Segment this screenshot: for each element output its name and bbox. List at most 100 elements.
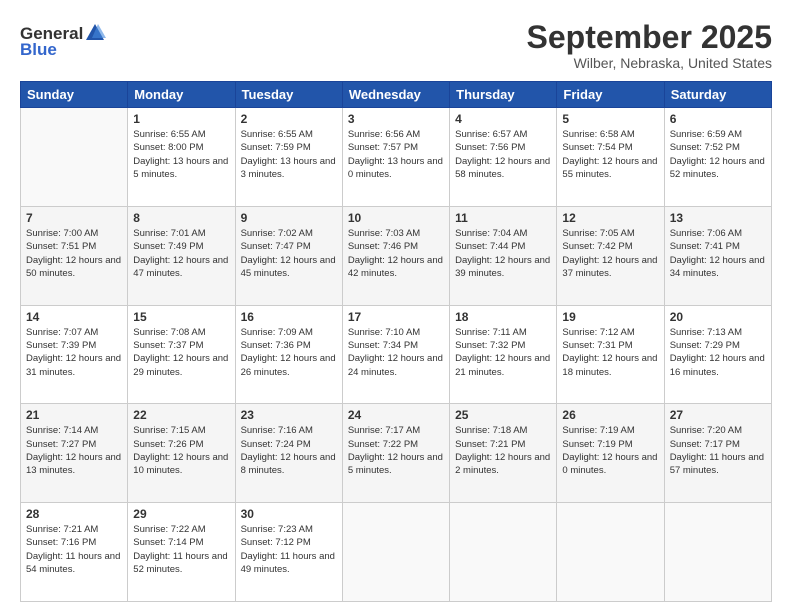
calendar-cell: 26 Sunrise: 7:19 AMSunset: 7:19 PMDayligh… [557,404,664,503]
day-info: Sunrise: 7:04 AMSunset: 7:44 PMDaylight:… [455,227,551,280]
calendar-cell: 18 Sunrise: 7:11 AMSunset: 7:32 PMDayligh… [450,305,557,404]
week-row-5: 28 Sunrise: 7:21 AMSunset: 7:16 PMDayligh… [21,503,772,602]
day-info: Sunrise: 7:18 AMSunset: 7:21 PMDaylight:… [455,424,551,477]
calendar-cell: 25 Sunrise: 7:18 AMSunset: 7:21 PMDayligh… [450,404,557,503]
calendar-cell: 21Sunrise: 7:14 AMSunset: 7:27 PMDayligh… [21,404,128,503]
day-number: 16 [241,310,337,324]
day-info: Sunrise: 7:10 AMSunset: 7:34 PMDaylight:… [348,326,444,379]
calendar-cell [450,503,557,602]
header-wednesday: Wednesday [342,82,449,108]
calendar-cell: 16 Sunrise: 7:09 AMSunset: 7:36 PMDayligh… [235,305,342,404]
day-info: Sunrise: 7:00 AMSunset: 7:51 PMDaylight:… [26,227,122,280]
day-info: Sunrise: 7:16 AMSunset: 7:24 PMDaylight:… [241,424,337,477]
day-number: 24 [348,408,444,422]
calendar-cell: 4 Sunrise: 6:57 AMSunset: 7:56 PMDaylight… [450,108,557,207]
day-info: Sunrise: 7:07 AMSunset: 7:39 PMDaylight:… [26,326,122,379]
day-number: 4 [455,112,551,126]
day-info: Sunrise: 7:05 AMSunset: 7:42 PMDaylight:… [562,227,658,280]
day-number: 29 [133,507,229,521]
day-number: 15 [133,310,229,324]
calendar-cell: 27 Sunrise: 7:20 AMSunset: 7:17 PMDayligh… [664,404,771,503]
logo-blue: Blue [20,40,57,60]
calendar-cell: 7 Sunrise: 7:00 AMSunset: 7:51 PMDaylight… [21,206,128,305]
calendar-cell: 20 Sunrise: 7:13 AMSunset: 7:29 PMDayligh… [664,305,771,404]
day-info: Sunrise: 7:13 AMSunset: 7:29 PMDaylight:… [670,326,766,379]
day-number: 30 [241,507,337,521]
day-number: 28 [26,507,122,521]
calendar-cell: 23 Sunrise: 7:16 AMSunset: 7:24 PMDayligh… [235,404,342,503]
calendar-cell: 30 Sunrise: 7:23 AMSunset: 7:12 PMDayligh… [235,503,342,602]
day-number: 7 [26,211,122,225]
calendar-cell: 29 Sunrise: 7:22 AMSunset: 7:14 PMDayligh… [128,503,235,602]
day-number: 12 [562,211,658,225]
day-number: 9 [241,211,337,225]
day-info: Sunrise: 7:01 AMSunset: 7:49 PMDaylight:… [133,227,229,280]
calendar-cell: 19Sunrise: 7:12 AMSunset: 7:31 PMDayligh… [557,305,664,404]
header-sunday: Sunday [21,82,128,108]
day-info: Sunrise: 7:17 AMSunset: 7:22 PMDaylight:… [348,424,444,477]
header-saturday: Saturday [664,82,771,108]
week-row-1: 1Sunrise: 6:55 AMSunset: 8:00 PMDaylight… [21,108,772,207]
day-number: 23 [241,408,337,422]
day-number: 25 [455,408,551,422]
day-info: Sunrise: 7:15 AMSunset: 7:26 PMDaylight:… [133,424,229,477]
day-info: Sunrise: 6:55 AMSunset: 7:59 PMDaylight:… [241,128,337,181]
calendar-cell: 11Sunrise: 7:04 AMSunset: 7:44 PMDayligh… [450,206,557,305]
day-info: Sunrise: 7:08 AMSunset: 7:37 PMDaylight:… [133,326,229,379]
day-info: Sunrise: 6:55 AMSunset: 8:00 PMDaylight:… [133,128,229,181]
day-info: Sunrise: 6:56 AMSunset: 7:57 PMDaylight:… [348,128,444,181]
day-info: Sunrise: 7:21 AMSunset: 7:16 PMDaylight:… [26,523,122,576]
day-info: Sunrise: 7:22 AMSunset: 7:14 PMDaylight:… [133,523,229,576]
day-info: Sunrise: 7:23 AMSunset: 7:12 PMDaylight:… [241,523,337,576]
day-number: 20 [670,310,766,324]
logo-icon [84,22,106,44]
calendar-cell: 24 Sunrise: 7:17 AMSunset: 7:22 PMDayligh… [342,404,449,503]
calendar-cell: 1Sunrise: 6:55 AMSunset: 8:00 PMDaylight… [128,108,235,207]
day-number: 17 [348,310,444,324]
day-number: 13 [670,211,766,225]
day-info: Sunrise: 7:11 AMSunset: 7:32 PMDaylight:… [455,326,551,379]
calendar-cell: 8Sunrise: 7:01 AMSunset: 7:49 PMDaylight… [128,206,235,305]
calendar-cell: 14 Sunrise: 7:07 AMSunset: 7:39 PMDayligh… [21,305,128,404]
header-monday: Monday [128,82,235,108]
title-section: September 2025 Wilber, Nebraska, United … [527,20,772,71]
calendar-cell [557,503,664,602]
day-info: Sunrise: 6:58 AMSunset: 7:54 PMDaylight:… [562,128,658,181]
week-row-2: 7 Sunrise: 7:00 AMSunset: 7:51 PMDaylight… [21,206,772,305]
calendar-header-row: Sunday Monday Tuesday Wednesday Thursday… [21,82,772,108]
calendar-cell: 15 Sunrise: 7:08 AMSunset: 7:37 PMDayligh… [128,305,235,404]
day-info: Sunrise: 6:57 AMSunset: 7:56 PMDaylight:… [455,128,551,181]
calendar-cell: 9 Sunrise: 7:02 AMSunset: 7:47 PMDaylight… [235,206,342,305]
calendar-cell: 6 Sunrise: 6:59 AMSunset: 7:52 PMDaylight… [664,108,771,207]
calendar-cell: 17 Sunrise: 7:10 AMSunset: 7:34 PMDayligh… [342,305,449,404]
week-row-4: 21Sunrise: 7:14 AMSunset: 7:27 PMDayligh… [21,404,772,503]
day-number: 19 [562,310,658,324]
logo: General Blue [20,24,106,60]
day-info: Sunrise: 7:03 AMSunset: 7:46 PMDaylight:… [348,227,444,280]
day-info: Sunrise: 7:19 AMSunset: 7:19 PMDaylight:… [562,424,658,477]
day-number: 18 [455,310,551,324]
calendar-cell: 2 Sunrise: 6:55 AMSunset: 7:59 PMDaylight… [235,108,342,207]
day-number: 26 [562,408,658,422]
day-info: Sunrise: 7:09 AMSunset: 7:36 PMDaylight:… [241,326,337,379]
day-number: 6 [670,112,766,126]
calendar-cell: 3Sunrise: 6:56 AMSunset: 7:57 PMDaylight… [342,108,449,207]
day-info: Sunrise: 7:20 AMSunset: 7:17 PMDaylight:… [670,424,766,477]
day-info: Sunrise: 7:02 AMSunset: 7:47 PMDaylight:… [241,227,337,280]
day-number: 27 [670,408,766,422]
calendar-cell: 10Sunrise: 7:03 AMSunset: 7:46 PMDayligh… [342,206,449,305]
week-row-3: 14 Sunrise: 7:07 AMSunset: 7:39 PMDayligh… [21,305,772,404]
header-thursday: Thursday [450,82,557,108]
day-info: Sunrise: 6:59 AMSunset: 7:52 PMDaylight:… [670,128,766,181]
calendar-cell [342,503,449,602]
location: Wilber, Nebraska, United States [527,55,772,71]
day-number: 14 [26,310,122,324]
day-info: Sunrise: 7:14 AMSunset: 7:27 PMDaylight:… [26,424,122,477]
day-number: 22 [133,408,229,422]
day-number: 5 [562,112,658,126]
calendar-cell: 22 Sunrise: 7:15 AMSunset: 7:26 PMDayligh… [128,404,235,503]
calendar-cell [664,503,771,602]
day-number: 2 [241,112,337,126]
header-friday: Friday [557,82,664,108]
calendar-cell: 5 Sunrise: 6:58 AMSunset: 7:54 PMDaylight… [557,108,664,207]
